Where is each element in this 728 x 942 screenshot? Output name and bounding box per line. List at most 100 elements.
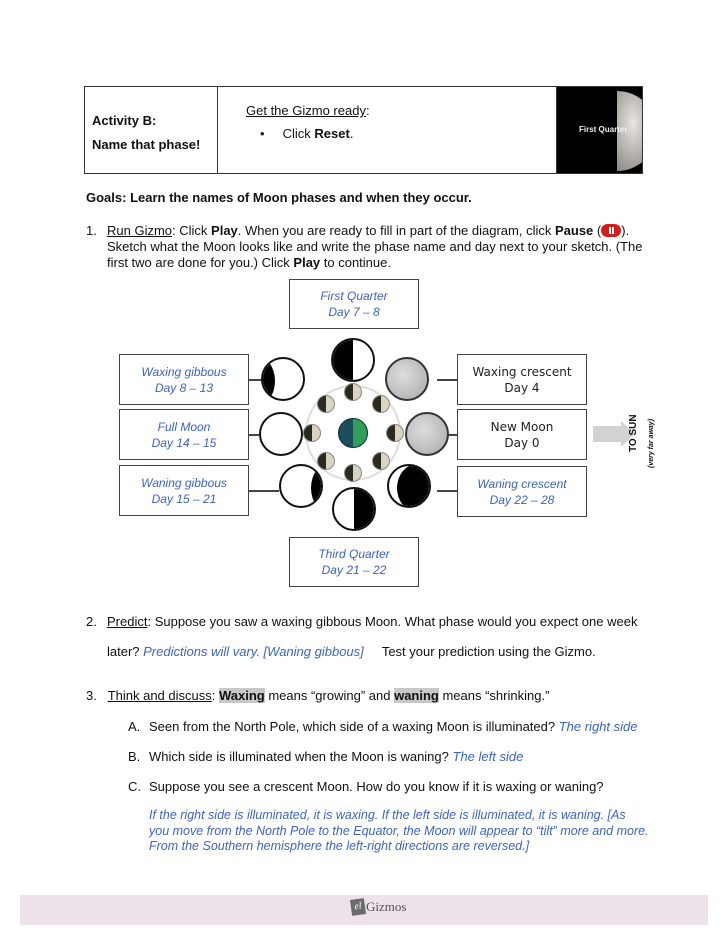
waxing-gibbous-moon-icon xyxy=(261,357,305,401)
orbit-moon-icon xyxy=(303,424,321,442)
orbit-moon-icon xyxy=(317,452,335,470)
label-new-moon: New Moon Day 0 xyxy=(457,409,587,460)
setup-step-suffix: . xyxy=(349,126,354,141)
phase-name: Waxing gibbous xyxy=(141,364,227,379)
full-moon-icon xyxy=(259,412,303,456)
q2-text: : Suppose you saw a waxing gibbous Moon.… xyxy=(147,614,638,629)
footer-bar: el Gizmos xyxy=(20,895,708,925)
activity-title: Name that phase! xyxy=(92,137,201,152)
question-1: 1. Run Gizmo: Click Play . When you are r… xyxy=(86,223,646,271)
orbit-moon-icon xyxy=(317,395,335,413)
phase-name: Waning gibbous xyxy=(141,475,227,490)
gizmos-logo: el Gizmos xyxy=(349,898,407,916)
label-waxing-crescent: Waxing crescent Day 4 xyxy=(457,354,587,405)
connector-line xyxy=(437,490,457,492)
q2-number: 2. xyxy=(86,614,97,629)
pause-icon xyxy=(601,224,622,237)
label-waning-gibbous: Waning gibbous Day 15 – 21 xyxy=(119,465,249,516)
phase-day: Day 14 – 15 xyxy=(151,435,217,450)
q2-answer: Predictions will vary. [Waning gibbous] xyxy=(143,644,364,659)
q3c-answer: If the right side is illuminated, it is … xyxy=(149,808,649,853)
q3b-question: Which side is illuminated when the Moon … xyxy=(149,749,453,764)
orbit-moon-icon xyxy=(386,424,404,442)
image-label: First Quarter xyxy=(579,125,628,134)
q3a-answer: The right side xyxy=(558,719,638,734)
waning-gibbous-moon-icon xyxy=(279,464,323,508)
q3-text: means “shrinking.” xyxy=(438,688,550,703)
setup-step: • Click Reset. xyxy=(246,126,556,141)
label-third-quarter: Third Quarter Day 21 – 22 xyxy=(289,537,419,587)
orbit-moon-icon xyxy=(372,452,390,470)
brand-name: Gizmos xyxy=(366,899,407,914)
first-quarter-moon-icon xyxy=(331,338,375,382)
orbit-moon-icon xyxy=(372,395,390,413)
label-first-quarter: First Quarter Day 7 – 8 xyxy=(289,279,419,329)
goals: Goals: Learn the names of Moon phases an… xyxy=(86,190,472,205)
q1-number: 1. xyxy=(86,223,97,238)
phase-day: Day 22 – 28 xyxy=(489,492,555,507)
waning-keyword: waning xyxy=(394,688,439,703)
pause-keyword: Pause xyxy=(554,223,594,238)
q3b-letter: B. xyxy=(128,749,141,764)
q3-number: 3. xyxy=(86,688,97,703)
q3-label: Think and discuss xyxy=(107,688,212,703)
q3a-letter: A. xyxy=(128,719,141,734)
phase-day: Day 15 – 21 xyxy=(151,491,217,506)
label-waxing-gibbous: Waxing gibbous Day 8 – 13 xyxy=(119,354,249,405)
explorelearning-logo-icon: el xyxy=(349,898,367,916)
q1-text: to continue. xyxy=(320,255,391,270)
reset-keyword: Reset xyxy=(314,126,350,141)
activity-label: Activity B: xyxy=(92,113,157,128)
q1-text: ( xyxy=(593,223,602,238)
q3-text: means “growing” and xyxy=(264,688,395,703)
setup-heading: Get the Gizmo ready xyxy=(246,103,366,118)
waxing-crescent-moon-icon xyxy=(385,357,429,401)
question-3b: B. Which side is illuminated when the Moo… xyxy=(128,749,523,764)
phase-name: First Quarter xyxy=(320,289,388,303)
first-quarter-image: First Quarter xyxy=(557,87,642,173)
q2-text: later? xyxy=(107,644,144,659)
phase-day: Day 7 – 8 xyxy=(328,305,380,319)
phase-name: Full Moon xyxy=(157,419,211,434)
phase-name: New Moon xyxy=(490,419,554,434)
phase-day: Day 21 – 22 xyxy=(321,563,387,577)
question-3c: C. Suppose you see a crescent Moon. How d… xyxy=(128,779,604,794)
phase-name: Waning crescent xyxy=(477,476,567,491)
waning-crescent-moon-icon xyxy=(387,464,431,508)
orbit-moon-icon xyxy=(344,383,362,401)
phase-name: Waxing crescent xyxy=(472,364,572,379)
q2-label: Predict xyxy=(107,614,148,629)
activity-header-table: Activity B: Name that phase! Get the Giz… xyxy=(84,86,643,174)
q3c-letter: C. xyxy=(128,779,141,794)
q2-text: Test your prediction using the Gizmo. xyxy=(381,644,596,659)
q1-text: . When you are ready to fill in part of … xyxy=(237,223,555,238)
q3b-answer: The left side xyxy=(452,749,524,764)
setup-step-prefix: Click xyxy=(282,126,315,141)
phase-name: Third Quarter xyxy=(318,547,390,561)
orbit-moon-icon xyxy=(344,464,362,482)
connector-line xyxy=(249,434,259,436)
label-waning-crescent: Waning crescent Day 22 – 28 xyxy=(457,466,587,517)
earth-icon xyxy=(338,418,368,448)
waxing-keyword: Waxing xyxy=(218,688,265,703)
label-full-moon: Full Moon Day 14 – 15 xyxy=(119,409,249,460)
q3c-question: Suppose you see a crescent Moon. How do … xyxy=(149,779,604,794)
q1-label: Run Gizmo xyxy=(107,223,173,238)
bullet: • xyxy=(260,126,265,141)
question-2: 2. Predict: Suppose you saw a waxing gib… xyxy=(86,614,666,659)
phase-day: Day 4 xyxy=(504,380,540,395)
setup-colon: : xyxy=(365,103,370,118)
q3-text: : xyxy=(211,688,219,703)
q1-text: ). xyxy=(621,223,630,238)
question-3: 3. Think and discuss: Waxing means “grow… xyxy=(86,688,549,703)
phase-day: Day 8 – 13 xyxy=(154,380,214,395)
to-sun-label: TO SUN xyxy=(628,414,639,452)
phase-day: Day 0 xyxy=(504,435,540,450)
connector-line xyxy=(249,490,279,492)
new-moon-icon xyxy=(405,412,449,456)
q1-text: : Click xyxy=(172,223,212,238)
question-3a: A. Seen from the North Pole, which side o… xyxy=(128,719,637,734)
activity-title-cell: Activity B: Name that phase! xyxy=(85,87,218,173)
connector-line xyxy=(249,379,261,381)
play-keyword: Play xyxy=(293,255,321,270)
